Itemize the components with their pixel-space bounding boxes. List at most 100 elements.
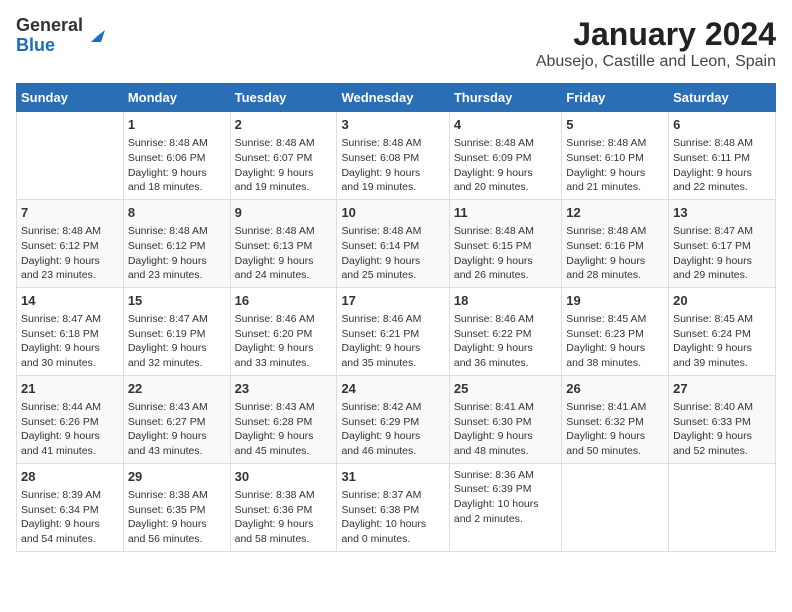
col-tuesday: Tuesday — [230, 84, 337, 112]
calendar-cell: 3Sunrise: 8:48 AMSunset: 6:08 PMDaylight… — [337, 112, 449, 200]
col-monday: Monday — [123, 84, 230, 112]
day-info: Sunrise: 8:38 AMSunset: 6:36 PMDaylight:… — [235, 488, 333, 547]
calendar-cell: 17 Sunrise: 8:46 AMSunset: 6:21 PMDayligh… — [337, 287, 449, 375]
col-thursday: Thursday — [449, 84, 561, 112]
day-number: 31 — [341, 468, 444, 486]
day-number: 9 — [235, 204, 333, 222]
day-info: Sunrise: 8:48 AMSunset: 6:09 PMDaylight:… — [454, 136, 557, 195]
logo: General Blue — [16, 16, 107, 56]
main-title: January 2024 — [536, 16, 776, 53]
day-number: 1 — [128, 116, 226, 134]
day-number: 3 — [341, 116, 444, 134]
day-info: Sunrise: 8:48 AMSunset: 6:06 PMDaylight:… — [128, 136, 226, 195]
day-info: Sunrise: 8:37 AMSunset: 6:38 PMDaylight:… — [341, 488, 444, 547]
day-number: 5 — [566, 116, 664, 134]
calendar-cell: 31 Sunrise: 8:37 AMSunset: 6:38 PMDayligh… — [337, 463, 449, 551]
day-info: Sunrise: 8:38 AMSunset: 6:35 PMDaylight:… — [128, 488, 226, 547]
page-header: General Blue January 2024 Abusejo, Casti… — [16, 16, 776, 71]
day-info: Sunrise: 8:46 AMSunset: 6:21 PMDaylight:… — [341, 312, 444, 371]
calendar-week-row: 1 Sunrise: 8:48 AMSunset: 6:06 PMDaylight… — [17, 112, 776, 200]
day-number: 20 — [673, 292, 771, 310]
day-number: 8 — [128, 204, 226, 222]
day-number: 11 — [454, 204, 557, 222]
day-number: 26 — [566, 380, 664, 398]
day-info: Sunrise: 8:48 AMSunset: 6:11 PMDaylight:… — [673, 136, 771, 195]
day-info: Sunrise: 8:36 AMSunset: 6:39 PMDaylight:… — [454, 468, 557, 527]
day-info: Sunrise: 8:41 AMSunset: 6:32 PMDaylight:… — [566, 400, 664, 459]
logo-general: General — [16, 16, 83, 36]
calendar-cell: 12 Sunrise: 8:48 AMSunset: 6:16 PMDayligh… — [562, 199, 669, 287]
day-number: 6 — [673, 116, 771, 134]
calendar-cell: 8 Sunrise: 8:48 AMSunset: 6:12 PMDaylight… — [123, 199, 230, 287]
calendar-cell — [17, 112, 124, 200]
day-info: Sunrise: 8:47 AMSunset: 6:17 PMDaylight:… — [673, 224, 771, 283]
calendar-cell: 22 Sunrise: 8:43 AMSunset: 6:27 PMDayligh… — [123, 375, 230, 463]
day-info: Sunrise: 8:48 AMSunset: 6:13 PMDaylight:… — [235, 224, 333, 283]
day-number: 25 — [454, 380, 557, 398]
day-number: 23 — [235, 380, 333, 398]
calendar-week-row: 14Sunrise: 8:47 AMSunset: 6:18 PMDayligh… — [17, 287, 776, 375]
calendar-cell: 4 Sunrise: 8:48 AMSunset: 6:09 PMDaylight… — [449, 112, 561, 200]
day-info: Sunrise: 8:39 AMSunset: 6:34 PMDaylight:… — [21, 488, 119, 547]
day-info: Sunrise: 8:48 AMSunset: 6:12 PMDaylight:… — [21, 224, 119, 283]
day-info: Sunrise: 8:48 AMSunset: 6:07 PMDaylight:… — [235, 136, 333, 195]
day-number: 19 — [566, 292, 664, 310]
calendar-cell: 19 Sunrise: 8:45 AMSunset: 6:23 PMDayligh… — [562, 287, 669, 375]
day-info: Sunrise: 8:44 AMSunset: 6:26 PMDaylight:… — [21, 400, 119, 459]
calendar-cell: 30 Sunrise: 8:38 AMSunset: 6:36 PMDayligh… — [230, 463, 337, 551]
calendar-cell: 14Sunrise: 8:47 AMSunset: 6:18 PMDayligh… — [17, 287, 124, 375]
calendar-cell: 1 Sunrise: 8:48 AMSunset: 6:06 PMDaylight… — [123, 112, 230, 200]
day-info: Sunrise: 8:48 AMSunset: 6:10 PMDaylight:… — [566, 136, 664, 195]
day-info: Sunrise: 8:43 AMSunset: 6:27 PMDaylight:… — [128, 400, 226, 459]
calendar-cell: Sunrise: 8:36 AMSunset: 6:39 PMDaylight:… — [449, 463, 561, 551]
calendar-table: Sunday Monday Tuesday Wednesday Thursday… — [16, 83, 776, 552]
day-info: Sunrise: 8:46 AMSunset: 6:20 PMDaylight:… — [235, 312, 333, 371]
calendar-cell: 18Sunrise: 8:46 AMSunset: 6:22 PMDayligh… — [449, 287, 561, 375]
day-number: 18 — [454, 292, 557, 310]
day-number: 27 — [673, 380, 771, 398]
calendar-cell: 27Sunrise: 8:40 AMSunset: 6:33 PMDayligh… — [669, 375, 776, 463]
day-number: 17 — [341, 292, 444, 310]
calendar-cell: 9 Sunrise: 8:48 AMSunset: 6:13 PMDaylight… — [230, 199, 337, 287]
day-info: Sunrise: 8:43 AMSunset: 6:28 PMDaylight:… — [235, 400, 333, 459]
day-info: Sunrise: 8:48 AMSunset: 6:15 PMDaylight:… — [454, 224, 557, 283]
calendar-cell: 13Sunrise: 8:47 AMSunset: 6:17 PMDayligh… — [669, 199, 776, 287]
calendar-cell: 25Sunrise: 8:41 AMSunset: 6:30 PMDayligh… — [449, 375, 561, 463]
calendar-cell: 28 Sunrise: 8:39 AMSunset: 6:34 PMDayligh… — [17, 463, 124, 551]
calendar-week-row: 7 Sunrise: 8:48 AMSunset: 6:12 PMDaylight… — [17, 199, 776, 287]
day-info: Sunrise: 8:45 AMSunset: 6:23 PMDaylight:… — [566, 312, 664, 371]
day-info: Sunrise: 8:48 AMSunset: 6:16 PMDaylight:… — [566, 224, 664, 283]
calendar-header-row: Sunday Monday Tuesday Wednesday Thursday… — [17, 84, 776, 112]
calendar-cell: 29Sunrise: 8:38 AMSunset: 6:35 PMDayligh… — [123, 463, 230, 551]
title-section: January 2024 Abusejo, Castille and Leon,… — [536, 16, 776, 71]
day-number: 7 — [21, 204, 119, 222]
col-wednesday: Wednesday — [337, 84, 449, 112]
day-info: Sunrise: 8:42 AMSunset: 6:29 PMDaylight:… — [341, 400, 444, 459]
day-number: 12 — [566, 204, 664, 222]
day-number: 15 — [128, 292, 226, 310]
day-number: 28 — [21, 468, 119, 486]
day-info: Sunrise: 8:48 AMSunset: 6:14 PMDaylight:… — [341, 224, 444, 283]
col-sunday: Sunday — [17, 84, 124, 112]
calendar-cell: 5 Sunrise: 8:48 AMSunset: 6:10 PMDaylight… — [562, 112, 669, 200]
logo-bird-icon — [87, 26, 107, 46]
calendar-cell — [562, 463, 669, 551]
calendar-cell: 21 Sunrise: 8:44 AMSunset: 6:26 PMDayligh… — [17, 375, 124, 463]
calendar-cell: 20 Sunrise: 8:45 AMSunset: 6:24 PMDayligh… — [669, 287, 776, 375]
day-number: 21 — [21, 380, 119, 398]
subtitle: Abusejo, Castille and Leon, Spain — [536, 53, 776, 71]
calendar-cell: 26 Sunrise: 8:41 AMSunset: 6:32 PMDayligh… — [562, 375, 669, 463]
day-info: Sunrise: 8:48 AMSunset: 6:12 PMDaylight:… — [128, 224, 226, 283]
calendar-cell — [669, 463, 776, 551]
day-info: Sunrise: 8:47 AMSunset: 6:18 PMDaylight:… — [21, 312, 119, 371]
day-number: 4 — [454, 116, 557, 134]
day-info: Sunrise: 8:45 AMSunset: 6:24 PMDaylight:… — [673, 312, 771, 371]
calendar-cell: 24Sunrise: 8:42 AMSunset: 6:29 PMDayligh… — [337, 375, 449, 463]
day-number: 22 — [128, 380, 226, 398]
calendar-cell: 11 Sunrise: 8:48 AMSunset: 6:15 PMDayligh… — [449, 199, 561, 287]
day-number: 2 — [235, 116, 333, 134]
day-number: 30 — [235, 468, 333, 486]
calendar-week-row: 21 Sunrise: 8:44 AMSunset: 6:26 PMDayligh… — [17, 375, 776, 463]
day-number: 10 — [341, 204, 444, 222]
col-friday: Friday — [562, 84, 669, 112]
